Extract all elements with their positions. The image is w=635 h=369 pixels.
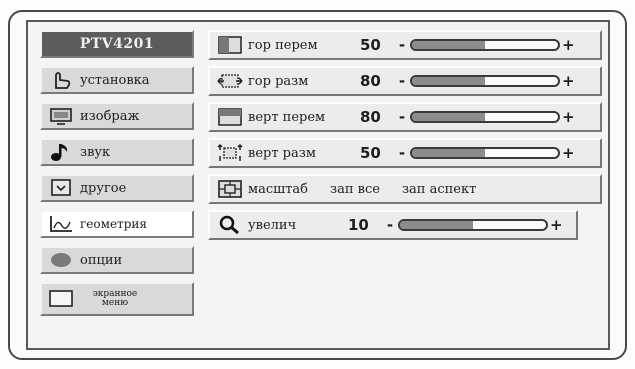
slider-fill [412,149,485,157]
music-note-icon [51,144,68,161]
scale-icon [218,180,242,198]
setting-row-h-size: гор разм 80 - + [208,66,602,96]
options-oval-icon [51,253,71,267]
decrease-button[interactable]: - [396,72,408,90]
setting-value: 80 [360,108,381,126]
setting-value: 10 [348,216,369,234]
increase-button[interactable]: + [562,36,575,54]
sidebar-item-label: другое [80,180,127,196]
other-settings-icon [51,179,71,196]
setting-value: 50 [360,36,381,54]
setting-label: верт разм [248,145,316,161]
monitor-picture-icon [50,108,72,125]
window-title: PTV4201 [40,30,194,58]
sidebar-item-options[interactable]: опции [40,246,194,274]
setting-row-h-position: гор перем 50 - + [208,30,602,60]
v-size-slider[interactable] [410,147,560,159]
decrease-button[interactable]: - [396,144,408,162]
increase-button[interactable]: + [562,144,575,162]
slider-fill [412,41,485,49]
setting-label: увелич [248,217,297,233]
setting-label: гор разм [248,73,309,89]
decrease-button[interactable]: - [384,216,396,234]
decrease-button[interactable]: - [396,36,408,54]
sidebar-item-label: опции [80,252,123,268]
sidebar-item-label: экранное меню [92,289,138,308]
slider-fill [400,221,473,229]
setting-row-scale: масштаб зап все зап аспект [208,174,602,204]
h-position-slider[interactable] [410,39,560,51]
decrease-button[interactable]: - [396,108,408,126]
h-size-slider[interactable] [410,75,560,87]
horizontal-size-icon [217,74,243,88]
increase-button[interactable]: + [562,72,575,90]
horizontal-position-icon [218,36,242,54]
sidebar-item-other[interactable]: другое [40,174,194,202]
setting-row-zoom: увелич 10 - + [208,210,578,240]
sidebar-item-geometry[interactable]: геометрия [40,210,194,238]
vertical-position-icon [218,108,242,126]
hand-pointer-icon [55,72,71,89]
slider-fill [412,77,485,85]
setting-label: гор перем [248,37,318,53]
sidebar-item-label: изображ [80,108,140,124]
scale-option-fill-aspect[interactable]: зап аспект [402,182,476,197]
sidebar-item-label: установка [80,72,150,88]
setting-value: 80 [360,72,381,90]
increase-button[interactable]: + [550,216,563,234]
increase-button[interactable]: + [562,108,575,126]
sidebar-item-setup[interactable]: установка [40,66,194,94]
sidebar-item-sound[interactable]: звук [40,138,194,166]
status-bar [26,348,610,360]
screen-menu-icon [49,290,73,307]
sidebar-item-label: звук [80,144,111,160]
setting-label: масштаб [248,181,308,197]
setting-label: верт перем [248,109,326,125]
setting-value: 50 [360,144,381,162]
v-position-slider[interactable] [410,111,560,123]
vertical-size-icon [217,143,243,161]
slider-fill [412,113,485,121]
sidebar-item-osd[interactable]: экранное меню [40,282,194,316]
sidebar-item-picture[interactable]: изображ [40,102,194,130]
window-title-label: PTV4201 [79,36,155,52]
setting-row-v-position: верт перем 80 - + [208,102,602,132]
zoom-slider[interactable] [398,219,548,231]
setting-row-v-size: верт разм 50 - + [208,138,602,168]
magnifier-icon [219,215,239,235]
sidebar-item-label: геометрия [80,217,147,231]
geometry-icon [50,216,72,232]
scale-option-fill-all[interactable]: зап все [330,182,380,197]
